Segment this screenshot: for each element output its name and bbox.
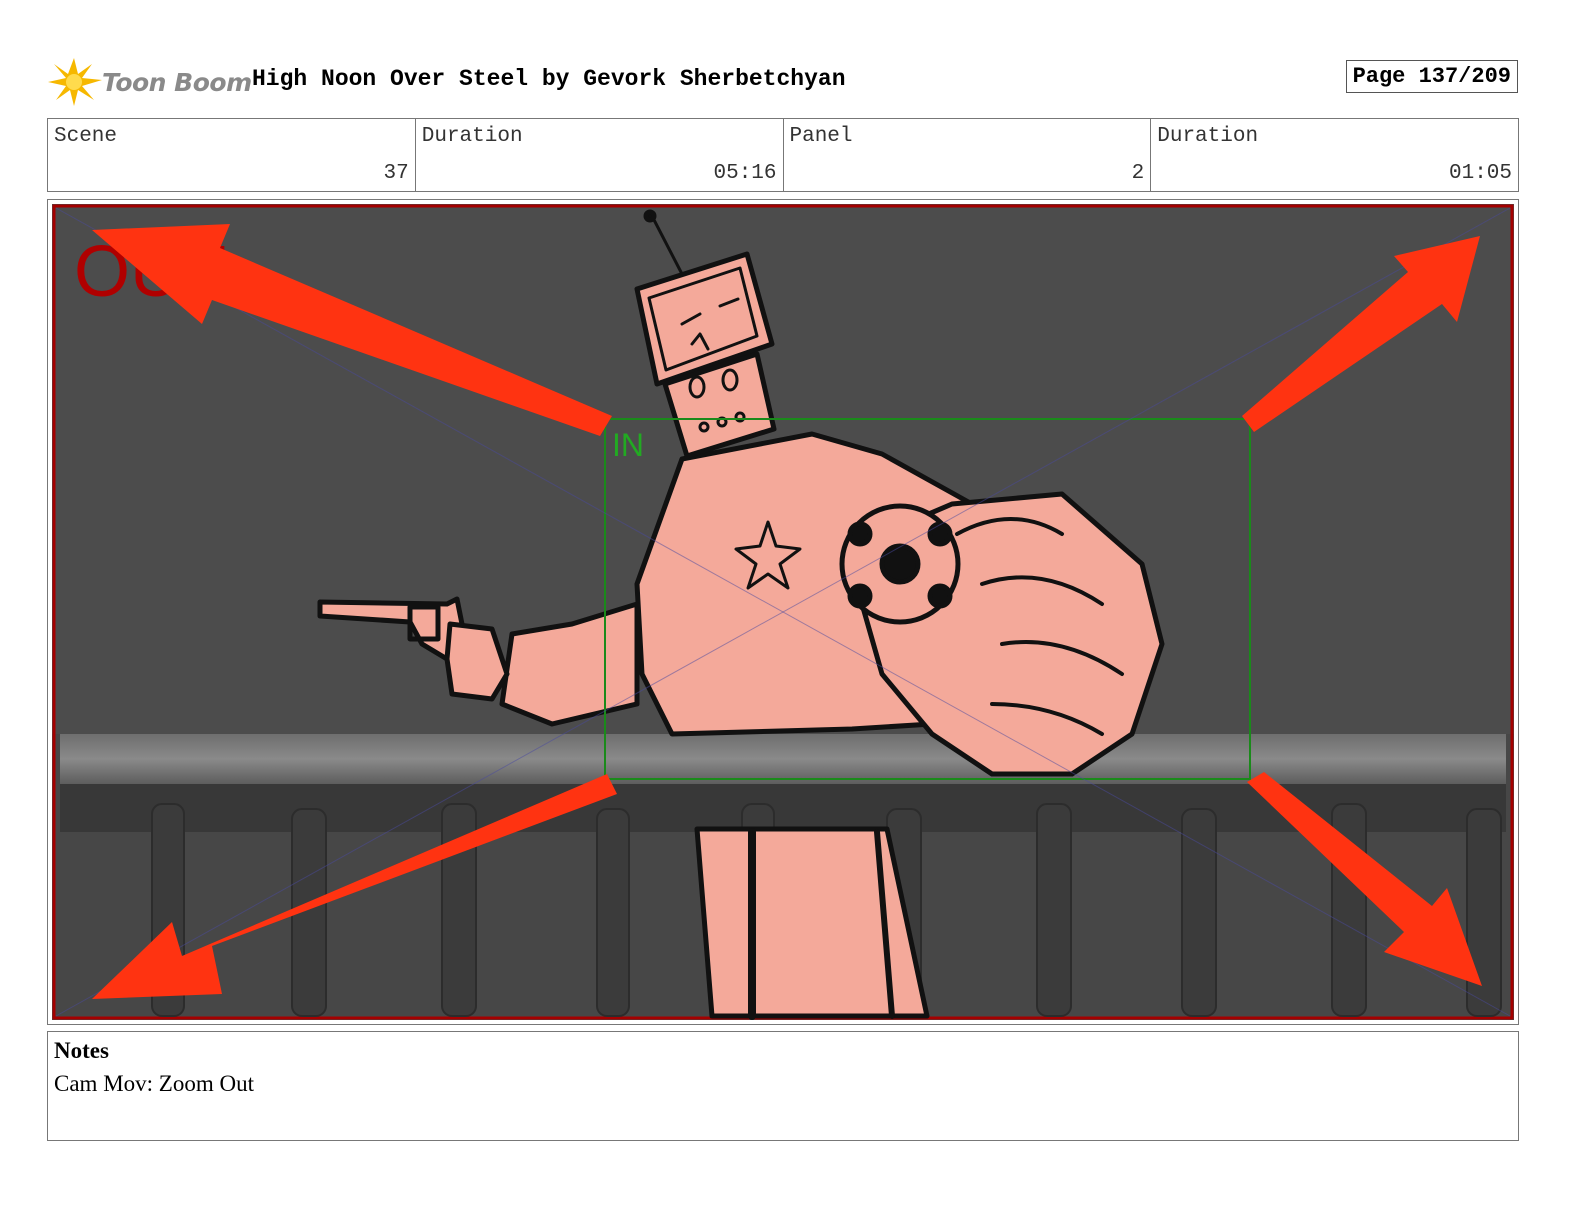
panel-duration-label: Duration	[1157, 125, 1259, 148]
panel-drawing: IN OUT	[52, 204, 1514, 1020]
scene-cell: Scene 37	[48, 119, 416, 191]
document-title: High Noon Over Steel by Gevork Sherbetch…	[252, 66, 846, 92]
scene-value: 37	[383, 162, 409, 185]
toon-boom-logo: Toon Boom	[48, 56, 252, 108]
scene-duration-value: 05:16	[713, 162, 777, 185]
scene-label: Scene	[54, 125, 118, 148]
burst-icon	[48, 58, 102, 106]
panel-cell: Panel 2	[784, 119, 1152, 191]
panel-duration-cell: Duration 01:05	[1151, 119, 1518, 191]
notes-title: Notes	[54, 1038, 109, 1063]
page-header: Toon Boom High Noon Over Steel by Gevork…	[48, 52, 1520, 108]
notes-section: Notes Cam Mov: Zoom Out	[47, 1031, 1519, 1141]
scene-info-table: Scene 37 Duration 05:16 Panel 2 Duration…	[47, 118, 1519, 192]
panel-value: 2	[1131, 162, 1145, 185]
page-number: Page 137/209	[1345, 60, 1518, 93]
logo-text: Toon Boom	[102, 68, 252, 97]
in-label: IN	[612, 427, 644, 463]
scene-duration-cell: Duration 05:16	[416, 119, 784, 191]
storyboard-panel: IN OUT	[47, 199, 1519, 1025]
panel-label: Panel	[789, 125, 853, 148]
scene-duration-label: Duration	[421, 125, 523, 148]
panel-duration-value: 01:05	[1448, 162, 1512, 185]
notes-text: Cam Mov: Zoom Out	[54, 1071, 254, 1096]
